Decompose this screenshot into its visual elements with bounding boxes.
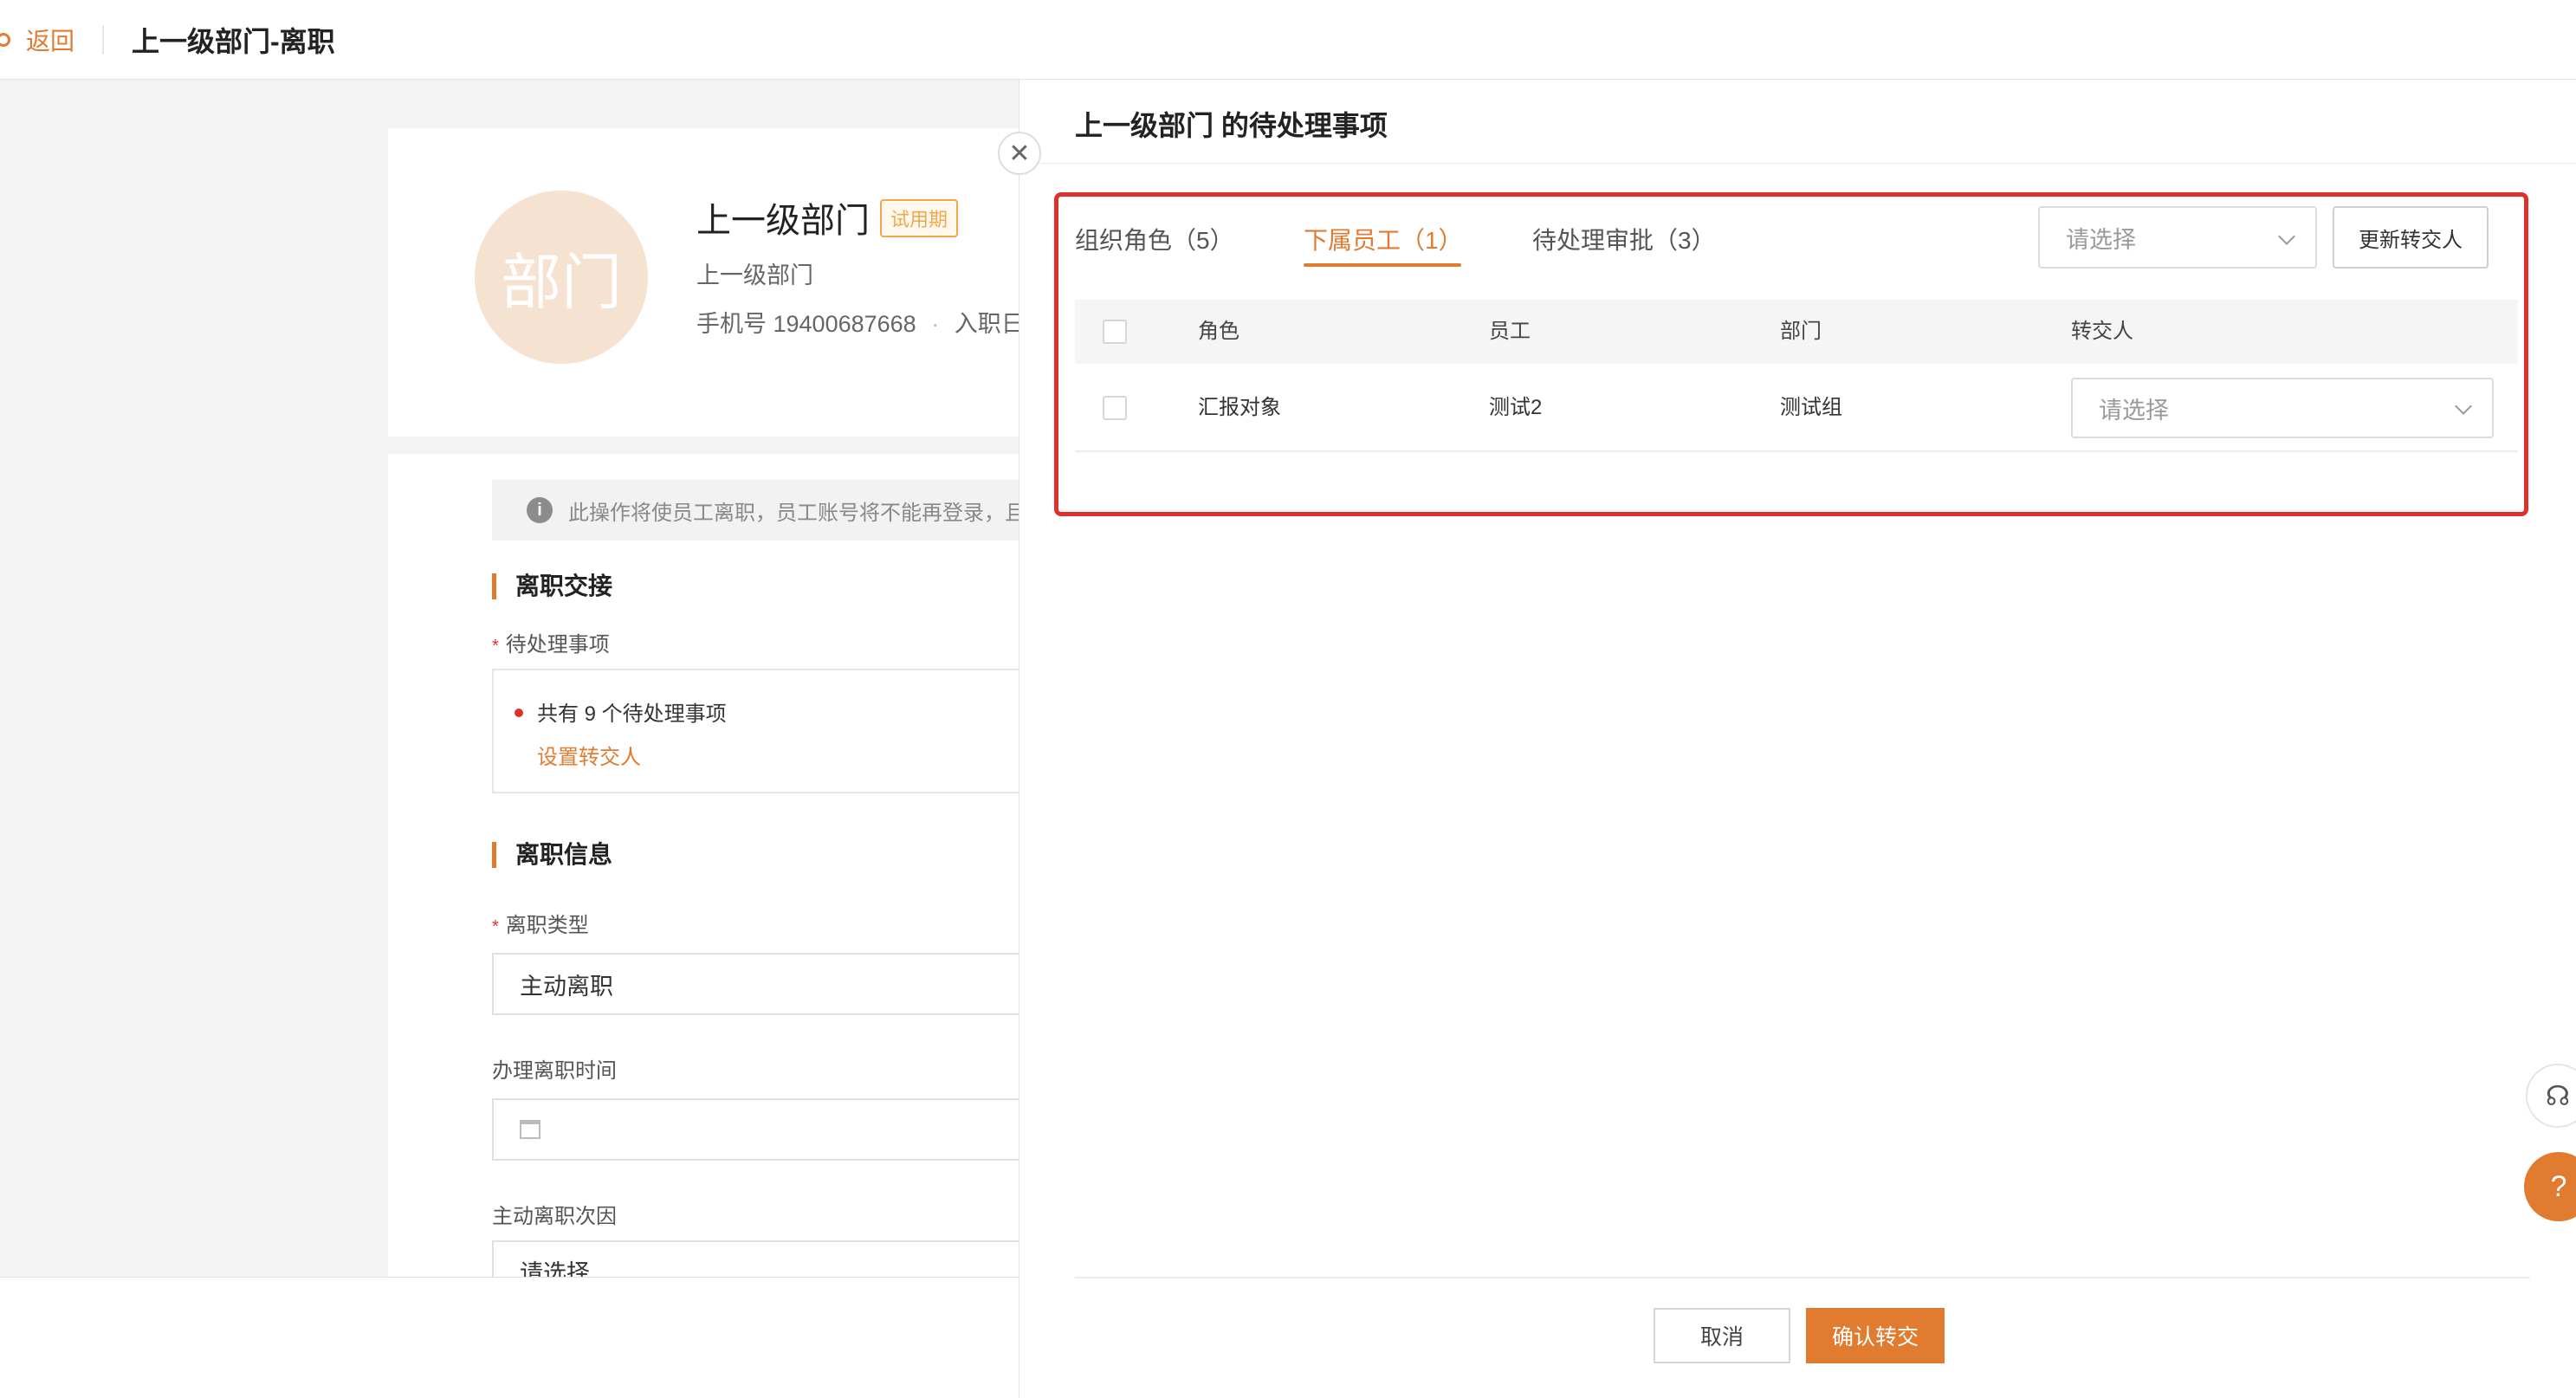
app-window: 返回 上一级部门-离职 部门 上一级部门 试用期 上一级部门 手机号 19400… [0, 0, 2576, 1398]
drawer-header-divider [1019, 163, 2576, 164]
pending-dot [515, 709, 523, 717]
calendar-icon [520, 1120, 540, 1139]
page-footer [0, 1277, 1039, 1398]
back-label: 返回 [26, 27, 75, 55]
pending-summary: 共有 9 个待处理事项 [537, 702, 727, 726]
type-label-text: 离职类型 [505, 914, 589, 937]
drawer-title: 上一级部门 的待处理事项 [1075, 110, 1388, 141]
info-icon: i [527, 497, 553, 523]
drawer-footer-divider [1075, 1277, 2530, 1278]
top-bar: 返回 上一级部门-离职 [0, 0, 2576, 80]
section-handover-title: 离职交接 [492, 573, 612, 599]
reason-label: 主动离职次因 [492, 1205, 617, 1228]
employee-phone: 手机号 19400687668 [696, 311, 916, 337]
time-label: 办理离职时间 [492, 1059, 617, 1083]
status-badge: 试用期 [880, 199, 959, 237]
headset-icon: ☊ [2545, 1080, 2571, 1111]
back-icon [0, 32, 10, 47]
entry-date-label: 入职日 [954, 311, 1025, 337]
close-drawer-button[interactable]: ✕ [998, 132, 1041, 175]
close-icon: ✕ [1008, 139, 1031, 168]
meta-separator: · [931, 311, 940, 337]
type-label: * 离职类型 [492, 908, 589, 938]
pending-items-drawer: 上一级部门 的待处理事项 组织角色（5） 下属员工（1） 待处理审批（3） 请选… [1019, 80, 2576, 1398]
pending-label: * 待处理事项 [492, 627, 610, 657]
avatar: 部门 [475, 191, 648, 364]
required-mark: * [492, 637, 499, 656]
set-transfer-link[interactable]: 设置转交人 [537, 740, 641, 770]
page-title: 上一级部门-离职 [132, 25, 335, 57]
highlight-box [1054, 192, 2528, 516]
employee-name: 上一级部门 [696, 202, 870, 240]
employee-department: 上一级部门 [696, 262, 813, 288]
header-divider [102, 24, 105, 55]
pending-label-text: 待处理事项 [505, 633, 610, 657]
employee-meta: 手机号 19400687668 · 入职日 [696, 305, 1025, 339]
back-button[interactable]: 返回 [0, 23, 74, 57]
required-mark: * [492, 917, 499, 936]
cancel-button[interactable]: 取消 [1654, 1308, 1790, 1363]
chat-help-icon: ? [2550, 1169, 2567, 1203]
notice-text: 此操作将使员工离职，员工账号将不能再登录，且 [568, 501, 1026, 525]
section-info-title: 离职信息 [492, 842, 612, 868]
confirm-transfer-button[interactable]: 确认转交 [1806, 1308, 1945, 1363]
